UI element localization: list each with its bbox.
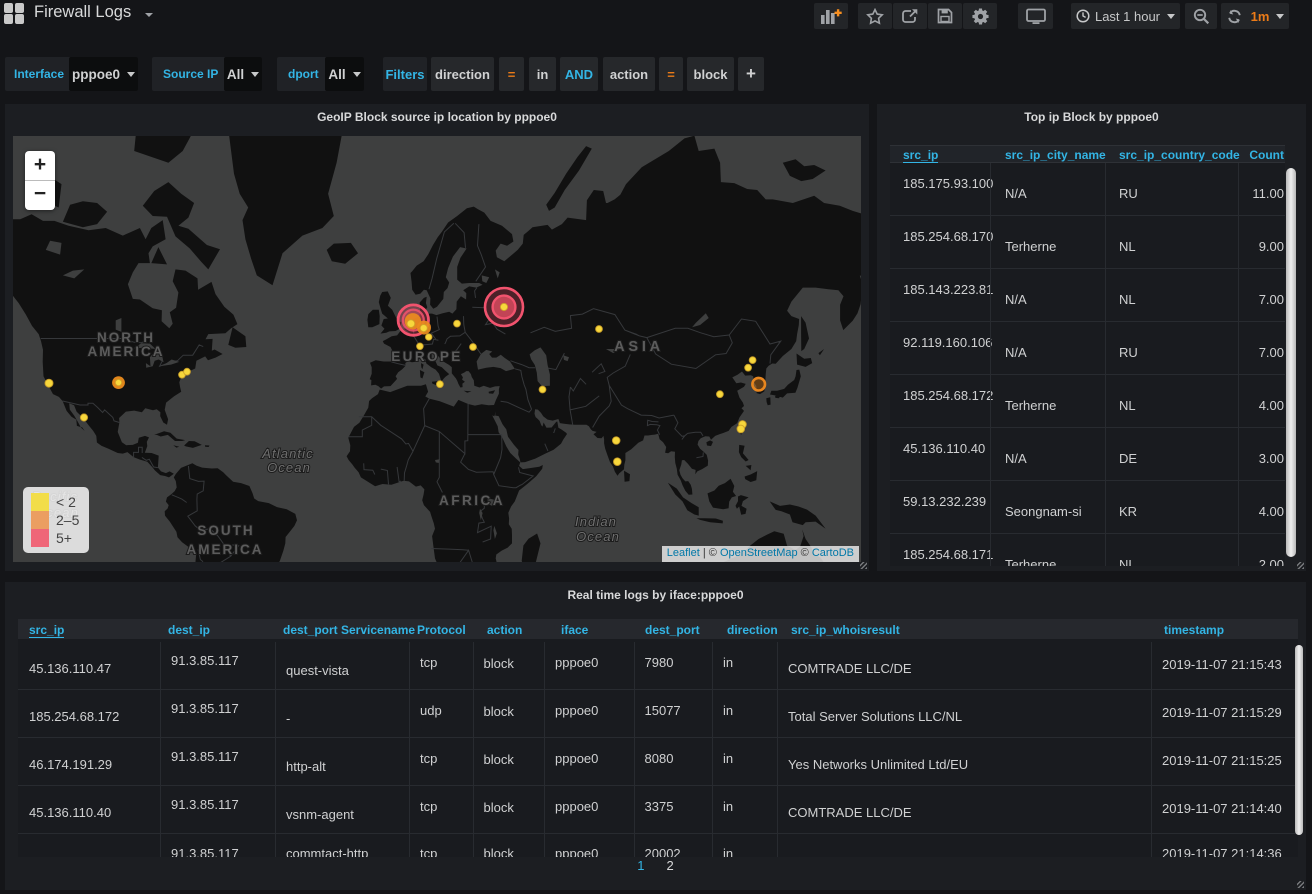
svg-text:NORTH: NORTH xyxy=(97,330,155,345)
svg-text:AMERICA: AMERICA xyxy=(88,344,165,359)
svg-text:AFRICA: AFRICA xyxy=(439,493,505,508)
svg-text:Indian: Indian xyxy=(575,514,617,529)
svg-text:SOUTH: SOUTH xyxy=(197,523,254,538)
svg-text:Atlantic: Atlantic xyxy=(261,446,313,461)
svg-text:AMERICA: AMERICA xyxy=(187,542,264,557)
svg-text:Ocean: Ocean xyxy=(267,460,311,475)
svg-text:EUROPE: EUROPE xyxy=(391,349,462,364)
svg-text:Ocean: Ocean xyxy=(576,529,620,544)
svg-text:ASIA: ASIA xyxy=(614,339,664,355)
